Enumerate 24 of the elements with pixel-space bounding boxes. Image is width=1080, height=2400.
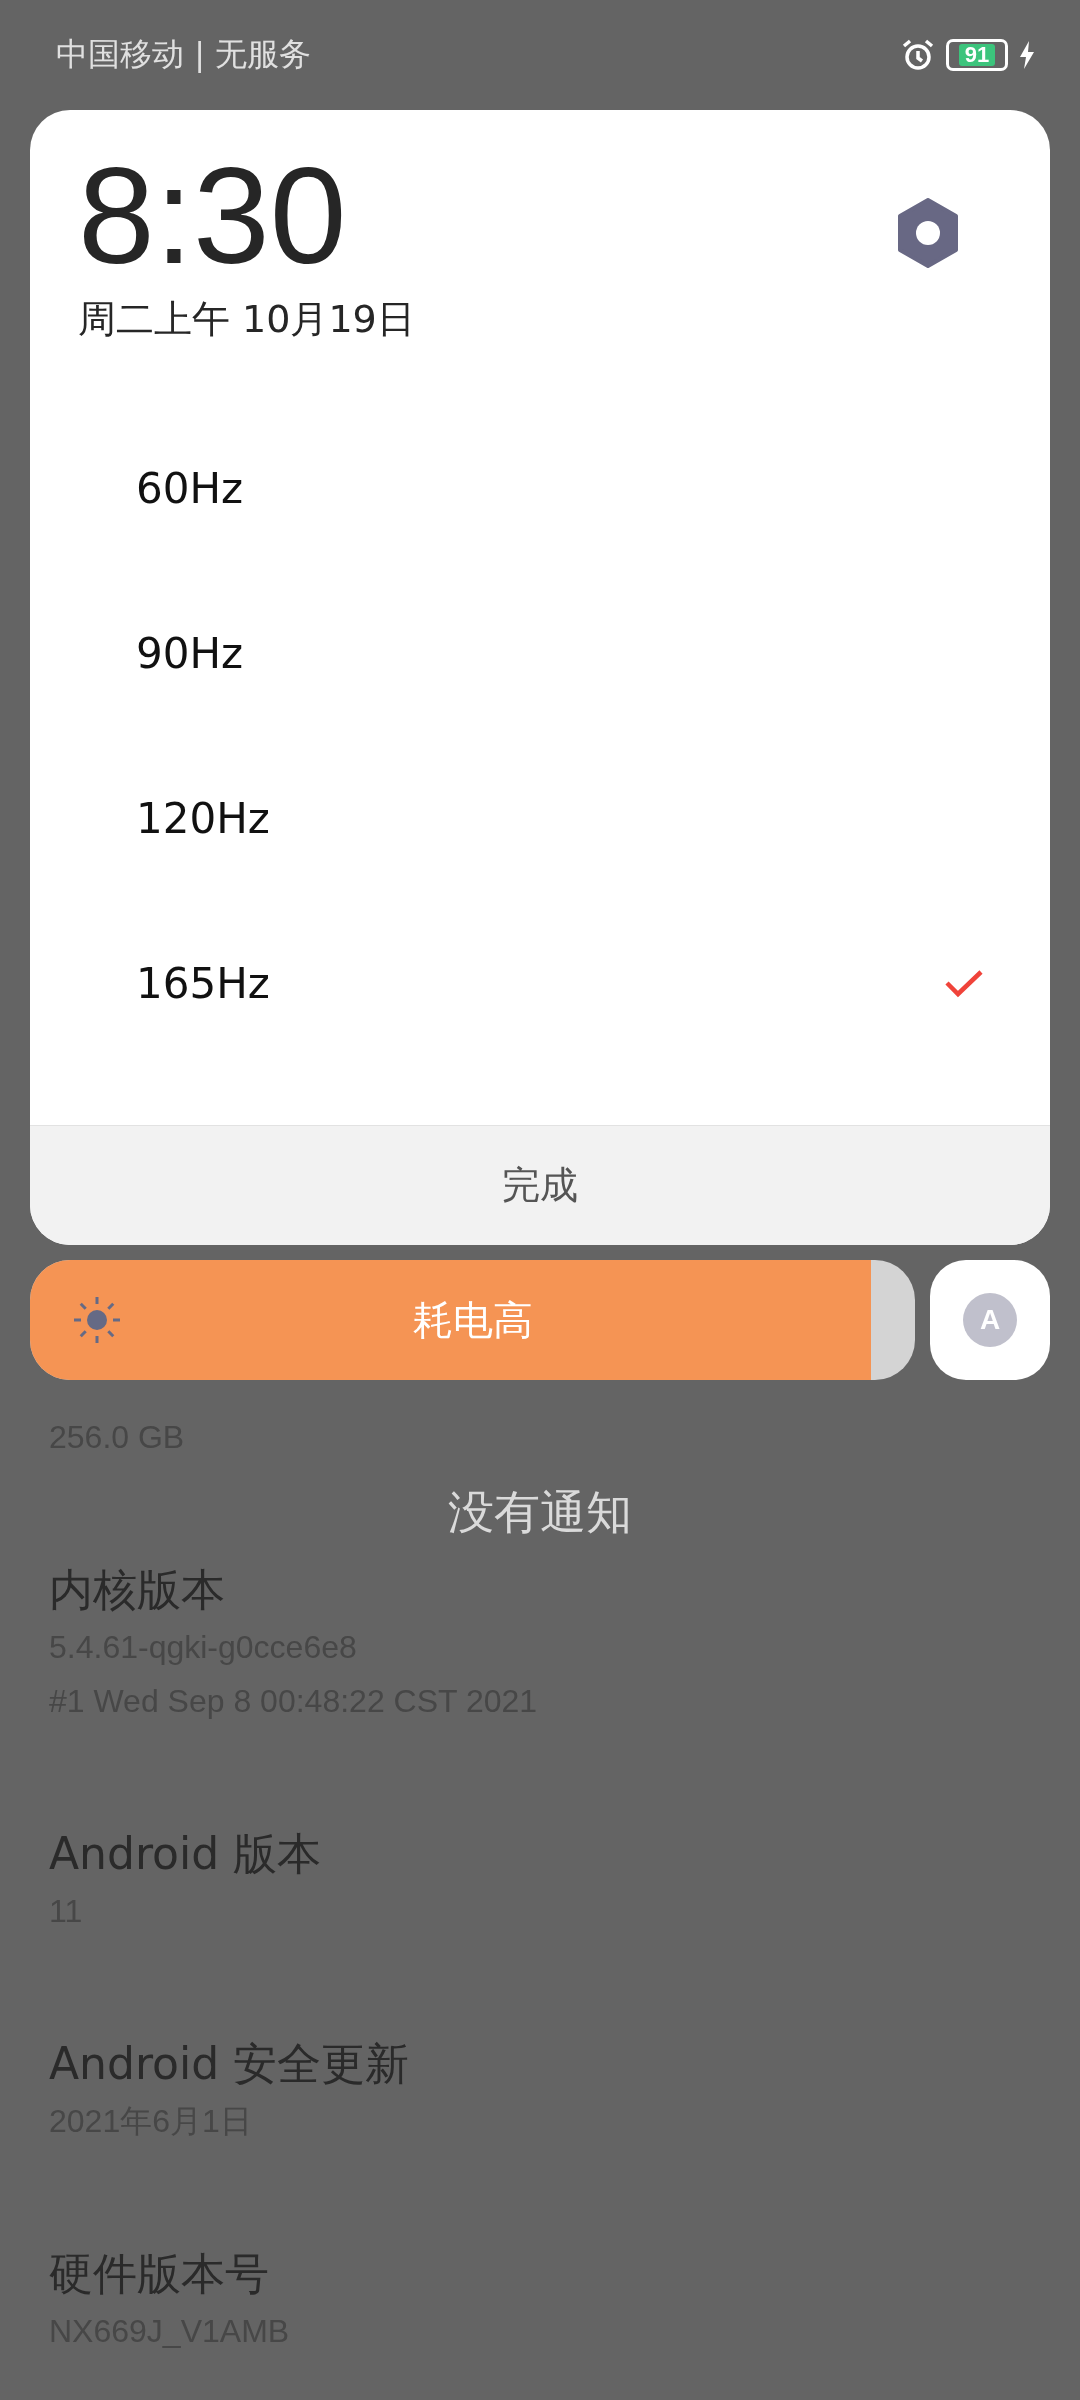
setting-title: Android 版本 — [49, 1827, 323, 1881]
auto-icon: A — [963, 1293, 1017, 1347]
charging-icon — [1018, 40, 1036, 70]
no-notifications-text: 没有通知 — [447, 1484, 633, 1541]
settings-icon — [896, 198, 960, 268]
refresh-rate-option[interactable]: 90Hz — [30, 571, 1050, 736]
refresh-rate-option[interactable]: 165Hz — [30, 901, 1050, 1066]
refresh-rate-option[interactable]: 120Hz — [30, 736, 1050, 901]
refresh-rate-option[interactable]: 60Hz — [30, 406, 1050, 571]
setting-title: 内核版本 — [49, 1563, 226, 1617]
brightness-icon — [72, 1295, 122, 1345]
carrier-text: 中国移动 | 无服务 — [56, 34, 312, 75]
option-label: 120Hz — [136, 794, 270, 843]
alarm-icon — [900, 37, 936, 73]
option-label: 60Hz — [136, 464, 244, 513]
done-button[interactable]: 完成 — [30, 1125, 1050, 1245]
setting-title: Android 安全更新 — [49, 2037, 411, 2091]
date-text: 周二上午 10月19日 — [78, 296, 415, 343]
setting-title: 硬件版本号 — [49, 2247, 270, 2301]
brightness-label: 耗电高 — [412, 1295, 533, 1345]
battery-level: 91 — [958, 44, 996, 66]
option-label: 90Hz — [136, 629, 244, 678]
option-label: 165Hz — [136, 959, 270, 1008]
clock-time: 8:30 — [78, 140, 348, 290]
